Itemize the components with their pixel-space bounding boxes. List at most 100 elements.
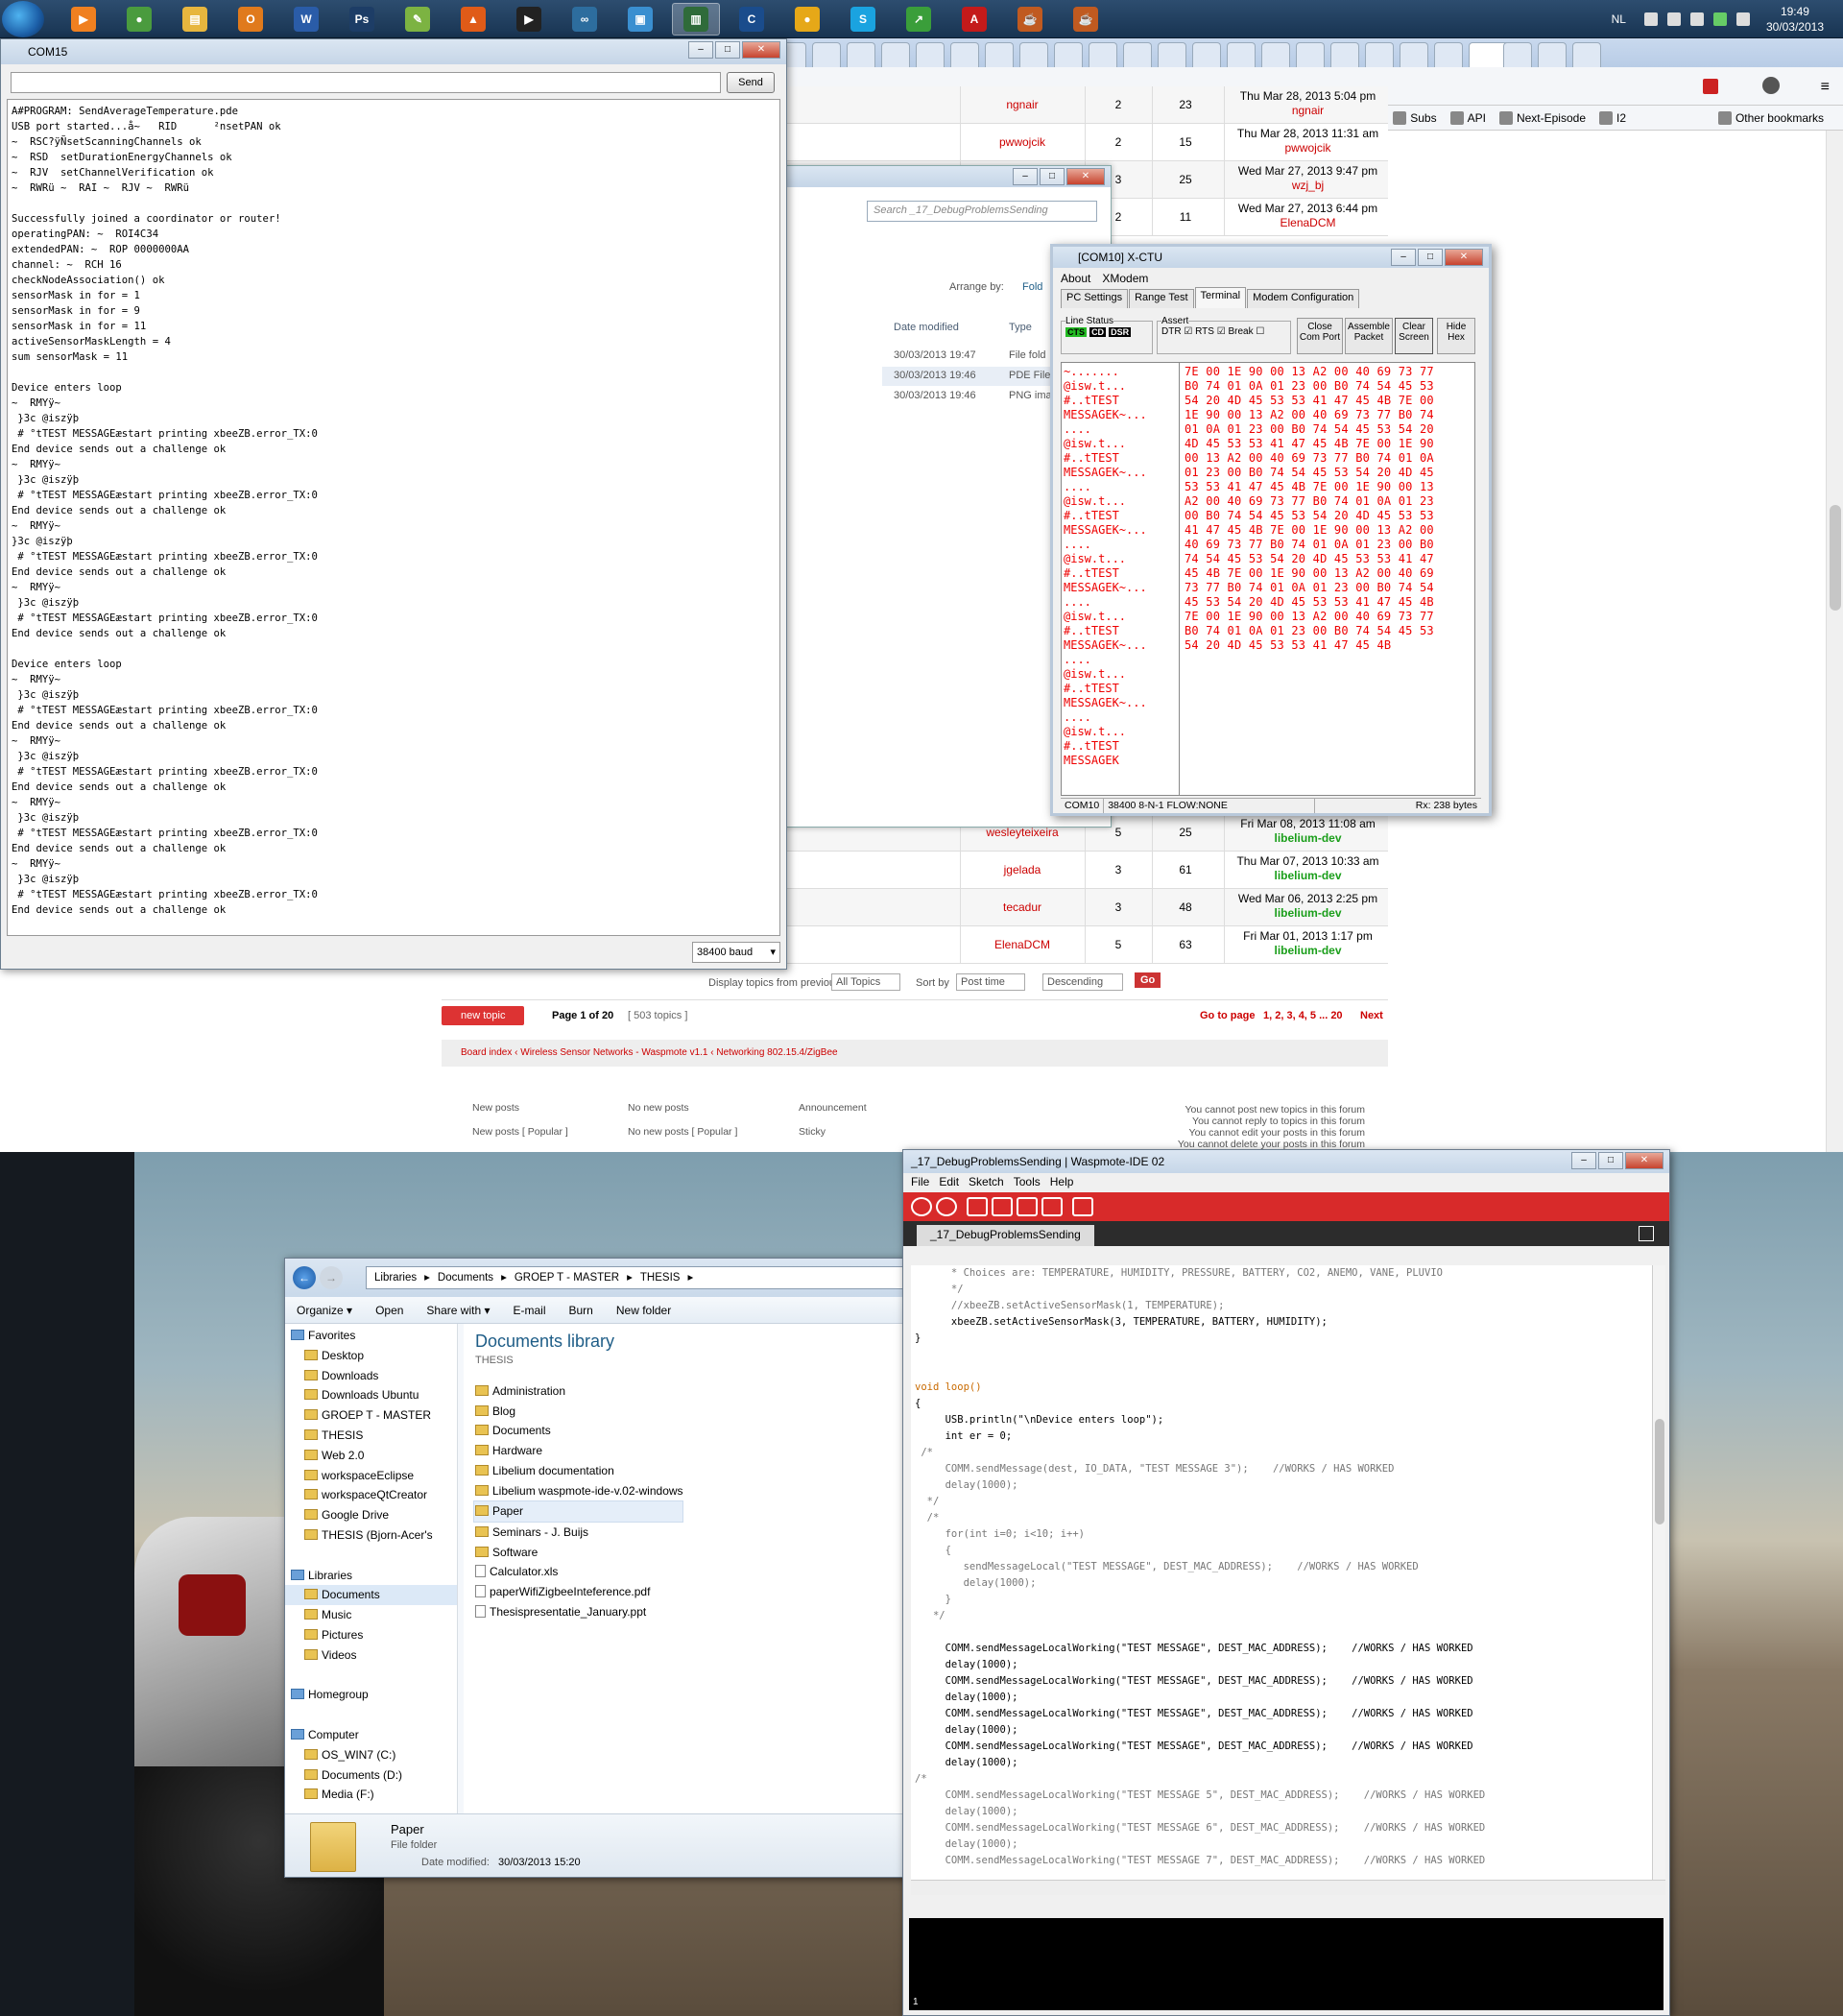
list-item[interactable]: Documents	[475, 1421, 683, 1441]
xctu-tab[interactable]: Range Test	[1129, 289, 1194, 308]
taskbar-app[interactable]: ●	[115, 3, 163, 36]
rts-checkbox[interactable]: RTS ☑	[1195, 326, 1226, 337]
last-post-user[interactable]: pwwojcik	[1284, 141, 1330, 155]
list-item[interactable]: Software	[475, 1543, 683, 1563]
taskbar-app[interactable]: S	[839, 3, 887, 36]
command-button[interactable]: Burn	[569, 1304, 593, 1317]
path-segment[interactable]: Documents	[438, 1267, 493, 1288]
nav-item[interactable]: Music	[285, 1605, 457, 1625]
browser-tab[interactable]	[1123, 42, 1152, 67]
nav-item[interactable]: Favorites	[285, 1326, 457, 1346]
maximize-button[interactable]: □	[715, 41, 740, 59]
new-topic-button[interactable]: new topic	[442, 1006, 525, 1025]
browser-tab[interactable]	[1227, 42, 1256, 67]
page-scrollbar-thumb[interactable]	[1830, 505, 1841, 611]
list-item[interactable]: Blog	[475, 1402, 683, 1422]
topic-author[interactable]: ngnair	[960, 98, 1085, 111]
upload-icon[interactable]	[1041, 1197, 1063, 1216]
stop-icon[interactable]	[936, 1197, 957, 1216]
nav-item[interactable]: Downloads	[285, 1366, 457, 1386]
next-link[interactable]: Next	[1360, 1010, 1383, 1021]
nav-item[interactable]: THESIS	[285, 1426, 457, 1446]
browser-tab[interactable]	[1572, 42, 1601, 67]
topic-author[interactable]: ElenaDCM	[960, 938, 1085, 951]
list-item[interactable]: Thesispresentatie_January.ppt	[475, 1602, 683, 1622]
clear-screen-button[interactable]: Clear Screen	[1395, 318, 1433, 354]
bookmark-item[interactable]: Other bookmarks	[1717, 110, 1824, 125]
nav-item[interactable]: Google Drive	[285, 1505, 457, 1525]
taskbar-app[interactable]: ▣	[616, 3, 664, 36]
browser-tab[interactable]	[1330, 42, 1359, 67]
nav-item[interactable]: Web 2.0	[285, 1446, 457, 1466]
last-post-user[interactable]: libelium-dev	[1274, 869, 1341, 882]
search-input[interactable]: Search _17_DebugProblemsSending	[867, 201, 1097, 222]
path-separator[interactable]: ▸	[687, 1267, 693, 1288]
menu-item[interactable]: Help	[1050, 1175, 1074, 1190]
taskbar-app[interactable]: ▶	[505, 3, 553, 36]
taskbar-app[interactable]: W	[282, 3, 330, 36]
command-button[interactable]: Share with ▾	[426, 1304, 490, 1317]
settings-icon[interactable]	[1762, 77, 1780, 94]
menu-item[interactable]: File	[911, 1175, 929, 1190]
browser-tab[interactable]	[985, 42, 1014, 67]
volume-icon[interactable]	[1666, 12, 1681, 26]
browser-tab[interactable]	[1503, 42, 1532, 67]
taskbar-app[interactable]: A	[950, 3, 998, 36]
hide-hex-button[interactable]: Hide Hex	[1437, 318, 1475, 354]
browser-tab[interactable]	[812, 42, 841, 67]
nav-item[interactable]: Downloads Ubuntu	[285, 1385, 457, 1405]
save-icon[interactable]	[1017, 1197, 1038, 1216]
browser-tab[interactable]	[1158, 42, 1186, 67]
bookmark-item[interactable]: I2	[1599, 110, 1626, 125]
taskbar-app[interactable]: ▤	[171, 3, 219, 36]
tab-menu-icon[interactable]	[1639, 1226, 1654, 1241]
page-scrollbar[interactable]	[1826, 131, 1843, 1152]
topic-author[interactable]: wesleyteixeira	[960, 826, 1085, 839]
list-item[interactable]: Calculator.xls	[475, 1562, 683, 1582]
nav-item[interactable]: workspaceEclipse	[285, 1466, 457, 1486]
menu-item[interactable]: Sketch	[969, 1175, 1004, 1190]
path-separator[interactable]: ▸	[424, 1267, 430, 1288]
terminal-area[interactable]: ~....... @isw.t... #..tTEST MESSAGEK~...…	[1061, 362, 1475, 796]
minimize-button[interactable]: –	[1391, 249, 1416, 266]
maximize-button[interactable]: □	[1598, 1152, 1623, 1169]
taskbar-app[interactable]: Ps	[338, 3, 386, 36]
command-button[interactable]: New folder	[616, 1304, 671, 1317]
list-item[interactable]: paperWifiZigbeeInteference.pdf	[475, 1582, 683, 1602]
taskbar-app[interactable]: ▲	[449, 3, 497, 36]
menu-icon[interactable]: ≡	[1821, 79, 1830, 96]
command-button[interactable]: Organize ▾	[297, 1304, 352, 1317]
topic-author[interactable]: pwwojcik	[960, 135, 1085, 149]
xctu-tab[interactable]: PC Settings	[1061, 289, 1129, 308]
path-segment[interactable]: THESIS	[640, 1267, 681, 1288]
taskbar-app[interactable]: ☕	[1062, 3, 1110, 36]
tray-chevron-icon[interactable]	[1643, 12, 1658, 26]
nav-item[interactable]: Videos	[285, 1645, 457, 1666]
xctu-tab[interactable]: Modem Configuration	[1247, 289, 1360, 308]
taskbar-app[interactable]: ▶	[60, 3, 108, 36]
order-select[interactable]: Descending	[1042, 973, 1124, 991]
dtr-checkbox[interactable]: DTR ☑	[1161, 326, 1192, 337]
list-item[interactable]: Seminars - J. Buijs	[475, 1523, 683, 1543]
last-post-user[interactable]: libelium-dev	[1274, 944, 1341, 957]
new-icon[interactable]	[967, 1197, 988, 1216]
path-segment[interactable]: GROEP T - MASTER	[515, 1267, 619, 1288]
open-icon[interactable]	[992, 1197, 1013, 1216]
clock[interactable]: 19:49 30/03/2013	[1766, 4, 1824, 35]
nav-item[interactable]: Documents	[285, 1585, 457, 1606]
browser-tab[interactable]	[1261, 42, 1290, 67]
menu-item[interactable]: Edit	[939, 1175, 959, 1190]
browser-tab[interactable]	[1296, 42, 1325, 67]
verify-icon[interactable]	[911, 1197, 932, 1216]
topic-author[interactable]: tecadur	[960, 900, 1085, 914]
nav-item[interactable]: Libraries	[285, 1566, 457, 1586]
sketch-tab[interactable]: _17_DebugProblemsSending	[917, 1225, 1094, 1246]
sort-select[interactable]: Post time	[956, 973, 1025, 991]
code-editor[interactable]: * Choices are: TEMPERATURE, HUMIDITY, PR…	[911, 1265, 1652, 1880]
path-segment[interactable]: Libraries	[374, 1267, 417, 1288]
send-button[interactable]: Send	[727, 72, 775, 93]
last-post-user[interactable]: wzj_bj	[1292, 179, 1324, 192]
list-item[interactable]: Paper	[473, 1500, 683, 1523]
nav-item[interactable]: GROEP T - MASTER	[285, 1405, 457, 1426]
nav-item[interactable]: THESIS (Bjorn-Acer's	[285, 1525, 457, 1546]
